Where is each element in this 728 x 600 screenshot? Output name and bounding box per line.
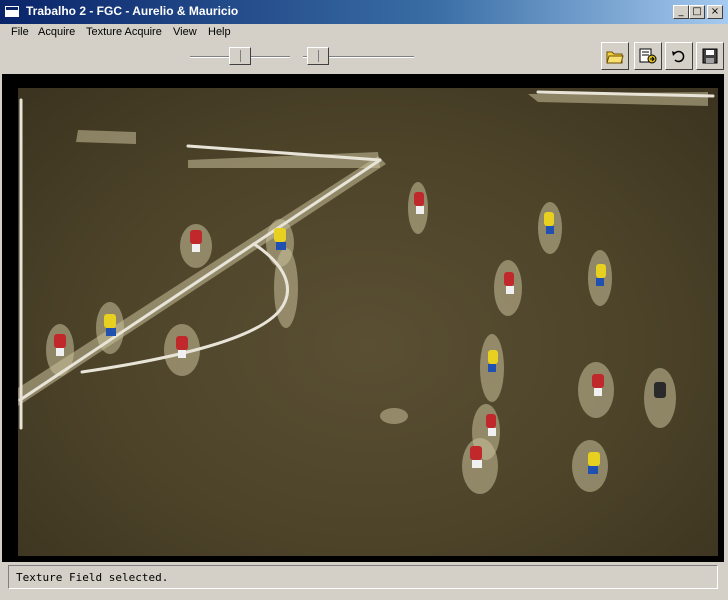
open-button[interactable] bbox=[601, 42, 629, 70]
menu-file[interactable]: File bbox=[11, 26, 29, 38]
app-window: Trabalho 2 - FGC - Aurelio & Mauricio _ … bbox=[0, 0, 728, 600]
maximize-button[interactable]: □ bbox=[689, 5, 705, 19]
menu-help[interactable]: Help bbox=[208, 26, 231, 38]
menu-view[interactable]: View bbox=[173, 26, 197, 38]
field-drawing bbox=[18, 90, 715, 494]
minimize-button[interactable]: _ bbox=[673, 5, 689, 19]
open-folder-icon bbox=[606, 51, 624, 64]
save-button[interactable] bbox=[696, 42, 724, 70]
export-button[interactable] bbox=[634, 42, 662, 70]
undo-button[interactable] bbox=[665, 42, 693, 70]
status-text: Texture Field selected. bbox=[16, 571, 169, 584]
slider-1-thumb[interactable] bbox=[229, 47, 251, 65]
title-bar[interactable]: Trabalho 2 - FGC - Aurelio & Mauricio _ … bbox=[0, 0, 728, 24]
window-title: Trabalho 2 - FGC - Aurelio & Mauricio bbox=[26, 4, 239, 18]
slider-2-thumb[interactable] bbox=[307, 47, 330, 65]
menu-bar: File Acquire Texture Acquire View Help bbox=[0, 24, 728, 42]
window-icon bbox=[4, 5, 20, 18]
close-button[interactable]: × bbox=[707, 5, 723, 19]
export-icon bbox=[639, 48, 657, 64]
menu-acquire[interactable]: Acquire bbox=[38, 26, 75, 38]
undo-icon bbox=[672, 50, 685, 63]
soccer-field-image bbox=[18, 88, 718, 556]
save-icon bbox=[702, 48, 718, 64]
menu-texture-acquire[interactable]: Texture Acquire bbox=[86, 26, 162, 38]
image-canvas[interactable] bbox=[2, 74, 724, 562]
players bbox=[54, 192, 666, 474]
status-bar: Texture Field selected. bbox=[8, 565, 718, 589]
